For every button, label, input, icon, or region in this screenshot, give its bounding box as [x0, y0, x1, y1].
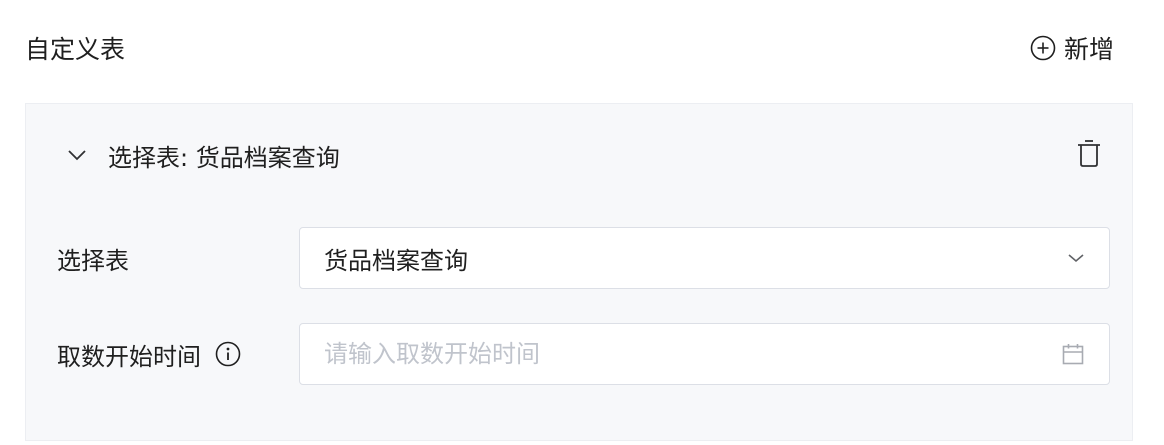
table-select-row: 选择表 货品档案查询 [57, 226, 1110, 290]
add-button[interactable]: 新增 [1030, 30, 1114, 66]
info-circle-icon[interactable] [215, 341, 241, 367]
table-config-panel: 选择表: 货品档案查询 选择表 货品档案查询 取数开始时间 请输入取数开始时间 [25, 103, 1133, 441]
table-select[interactable]: 货品档案查询 [299, 227, 1110, 289]
panel-collapse-toggle[interactable]: 选择表: 货品档案查询 [66, 138, 340, 173]
start-time-input[interactable] [324, 340, 1061, 368]
section-title: 自定义表 [25, 35, 126, 64]
section-header: 自定义表 新增 [25, 22, 1114, 74]
trash-icon [1078, 140, 1100, 167]
chevron-down-icon [66, 148, 88, 162]
table-select-label: 选择表 [57, 241, 299, 276]
start-time-row: 取数开始时间 [57, 322, 1110, 386]
table-select-value: 货品档案查询 [324, 246, 468, 275]
plus-circle-icon [1030, 35, 1056, 61]
start-time-label-text: 取数开始时间 [57, 342, 201, 371]
calendar-icon[interactable] [1061, 342, 1085, 366]
start-time-picker[interactable] [299, 323, 1110, 385]
delete-button[interactable] [1076, 138, 1102, 172]
chevron-down-icon [1067, 252, 1085, 264]
custom-table-page: 自定义表 新增 选择表: 货品档案查询 选择表 货品档案查询 取数开始时间 请输… [0, 0, 1164, 445]
start-time-label: 取数开始时间 [57, 337, 299, 372]
table-select-label-text: 选择表 [57, 246, 129, 275]
add-button-label: 新增 [1063, 35, 1114, 64]
panel-title: 选择表: 货品档案查询 [108, 143, 340, 172]
panel-header: 选择表: 货品档案查询 [66, 132, 1102, 178]
